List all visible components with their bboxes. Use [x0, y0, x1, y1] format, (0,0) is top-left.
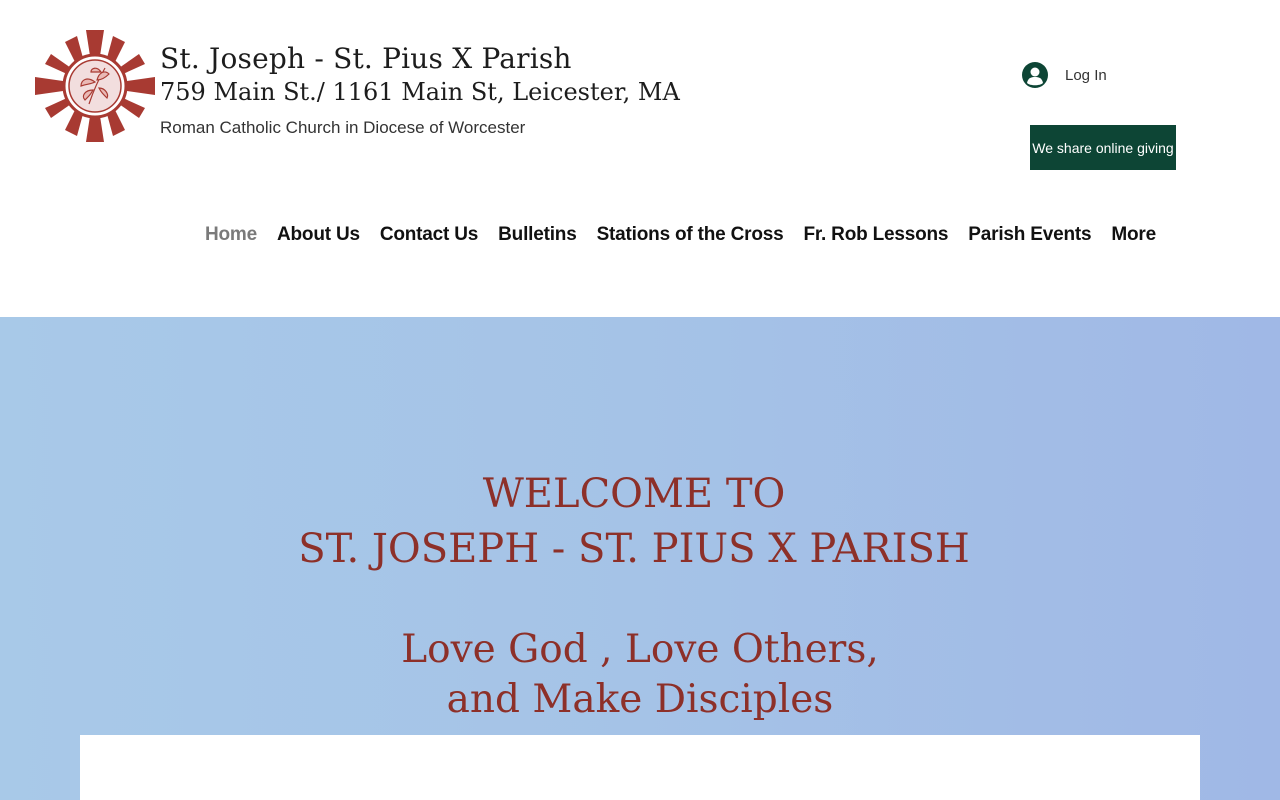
page: St. Joseph - St. Pius X Parish 759 Main … — [0, 0, 1280, 800]
nav-item-parish-events[interactable]: Parish Events — [958, 224, 1101, 246]
hero-welcome-line-1: WELCOME TO — [482, 471, 786, 517]
content-panel — [80, 735, 1200, 800]
nav-item-more[interactable]: More — [1101, 224, 1166, 246]
site-header: St. Joseph - St. Pius X Parish 759 Main … — [0, 0, 1280, 317]
user-avatar-icon — [1022, 62, 1048, 88]
nav-item-about-us[interactable]: About Us — [267, 224, 370, 246]
nav-item-bulletins[interactable]: Bulletins — [488, 224, 586, 246]
login-label: Log In — [1065, 66, 1107, 84]
hero-welcome-heading: WELCOME TO ST. JOSEPH - ST. PIUS X PARIS… — [0, 467, 1280, 577]
nav-item-contact-us[interactable]: Contact Us — [370, 224, 488, 246]
hero-motto: Love God , Love Others, and Make Discipl… — [0, 625, 1280, 725]
nav-item-home[interactable]: Home — [195, 224, 267, 246]
online-giving-button[interactable]: We share online giving — [1030, 125, 1176, 170]
site-subtitle: Roman Catholic Church in Diocese of Worc… — [160, 118, 526, 137]
site-title[interactable]: St. Joseph - St. Pius X Parish — [160, 42, 572, 75]
hero-motto-line-1: Love God , Love Others, — [401, 627, 879, 672]
nav-item-stations-of-the-cross[interactable]: Stations of the Cross — [587, 224, 794, 246]
parish-logo-icon[interactable] — [35, 30, 155, 143]
hero-section: WELCOME TO ST. JOSEPH - ST. PIUS X PARIS… — [0, 317, 1280, 800]
hero-welcome-line-2: ST. JOSEPH - ST. PIUS X PARISH — [298, 526, 970, 572]
hero-motto-line-2: and Make Disciples — [446, 677, 834, 722]
main-nav: Home About Us Contact Us Bulletins Stati… — [195, 220, 1166, 250]
site-address: 759 Main St./ 1161 Main St, Leicester, M… — [160, 78, 680, 106]
login-button[interactable]: Log In — [1022, 62, 1107, 88]
nav-item-fr-rob-lessons[interactable]: Fr. Rob Lessons — [793, 224, 958, 246]
